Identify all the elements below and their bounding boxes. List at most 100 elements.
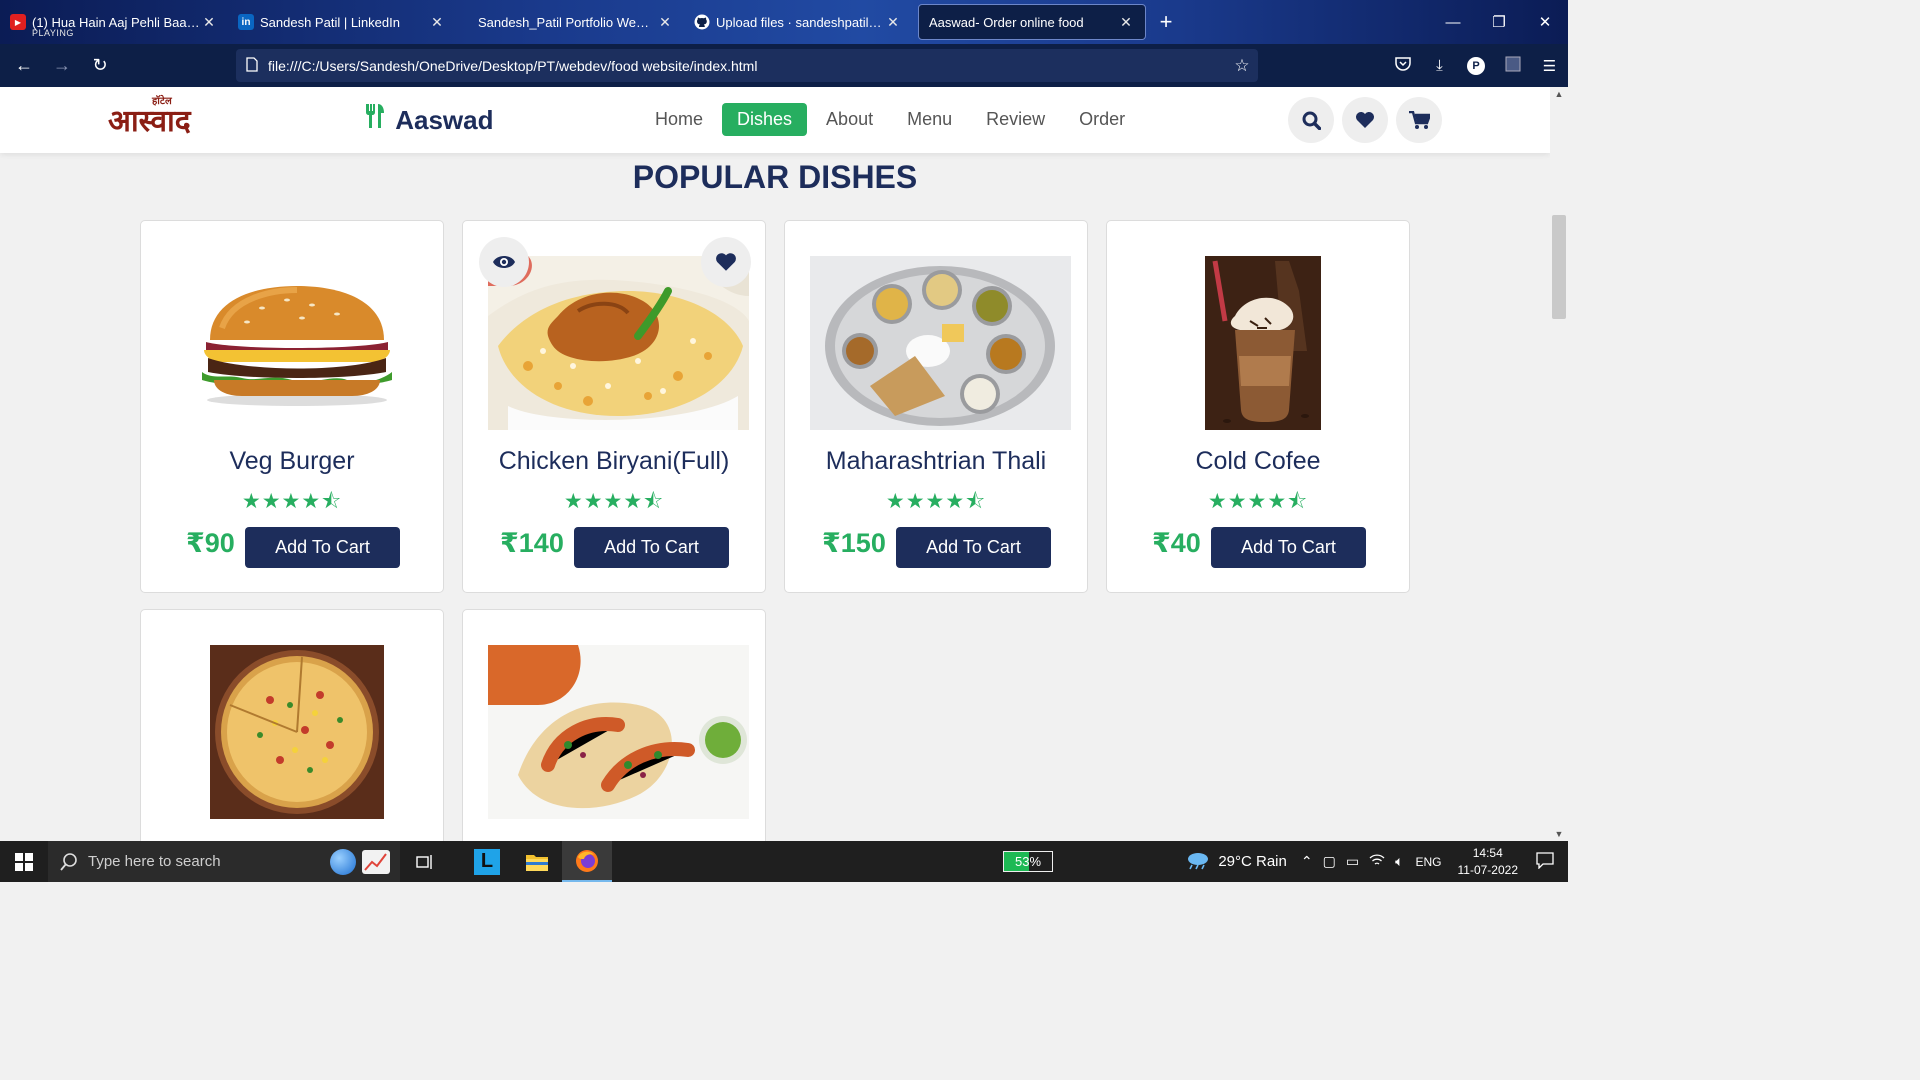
wishlist-button[interactable] xyxy=(701,237,751,287)
search-placeholder: Type here to search xyxy=(88,853,221,870)
toolbar-icons: ⤓ P ☰ xyxy=(1384,44,1568,87)
scroll-down-icon[interactable]: ▼ xyxy=(1550,829,1568,839)
forward-icon[interactable]: → xyxy=(43,55,81,76)
close-icon[interactable]: ✕ xyxy=(200,14,218,31)
browser-tab-active[interactable]: Aaswad- Order online food ✕ xyxy=(918,4,1146,40)
scroll-up-icon[interactable]: ▲ xyxy=(1550,89,1568,99)
address-bar[interactable]: file:///C:/Users/Sandesh/OneDrive/Deskto… xyxy=(236,49,1258,82)
reload-icon[interactable]: ↻ xyxy=(81,55,119,76)
cart-button[interactable] xyxy=(1396,97,1442,143)
bookmark-star-icon[interactable]: ☆ xyxy=(1226,56,1258,76)
wifi-icon[interactable] xyxy=(1369,853,1385,870)
search-icon xyxy=(60,852,77,871)
add-to-cart-button[interactable]: Add To Cart xyxy=(896,527,1051,568)
dish-card xyxy=(140,609,444,841)
scroll-thumb[interactable] xyxy=(1552,215,1566,319)
tab-title: Sandesh Patil | LinkedIn xyxy=(260,14,400,30)
menu-icon[interactable]: ☰ xyxy=(1531,57,1568,75)
add-to-cart-button[interactable]: Add To Cart xyxy=(1211,527,1366,568)
browser-tab[interactable]: Sandesh_Patil Portfolio Website ✕ xyxy=(456,4,684,40)
eye-icon xyxy=(493,256,515,268)
menu-order[interactable]: Order xyxy=(1064,103,1140,136)
view-button[interactable] xyxy=(479,237,529,287)
close-window-icon[interactable]: ✕ xyxy=(1522,13,1568,31)
main-menu: Home Dishes About Menu Review Order xyxy=(640,103,1144,136)
tab-playing-label: PLAYING xyxy=(32,28,74,38)
dish-card xyxy=(462,609,766,841)
logo-small-text: हॉटेल xyxy=(152,96,172,107)
task-view-icon xyxy=(416,854,432,869)
logo-text: आस्वाद xyxy=(108,104,191,139)
taskbar-search[interactable]: Type here to search xyxy=(48,841,400,882)
pocket-icon[interactable] xyxy=(1384,56,1421,75)
rating-stars: ★★★★⯪ xyxy=(241,490,343,513)
browser-tab[interactable]: Upload files · sandeshpatil45/Fo ✕ xyxy=(684,4,912,40)
header-actions xyxy=(1288,97,1450,143)
start-button[interactable] xyxy=(0,841,48,882)
close-icon[interactable]: ✕ xyxy=(1117,14,1135,31)
brand-logo[interactable]: Aaswad xyxy=(364,103,494,136)
dish-price: ₹40 xyxy=(1152,528,1201,558)
dish-image-pizza xyxy=(166,645,427,819)
notification-icon[interactable] xyxy=(1536,851,1554,872)
minimize-icon[interactable]: — xyxy=(1430,14,1476,31)
language-indicator[interactable]: ENG xyxy=(1415,855,1441,869)
firefox-icon xyxy=(576,849,598,872)
favorites-button[interactable] xyxy=(1342,97,1388,143)
menu-review[interactable]: Review xyxy=(971,103,1060,136)
hotel-logo[interactable]: हॉटेल आस्वाद xyxy=(108,96,191,140)
clock-time: 14:54 xyxy=(1472,845,1503,860)
system-tray: 29°C Rain ⌃ ▢ ▭ 🔈︎ ENG 14:54 11-07-2022 xyxy=(1186,841,1568,882)
globe-icon xyxy=(330,848,356,875)
rating-stars: ★★★★⯪ xyxy=(563,490,665,513)
taskbar-app-launcher[interactable]: L xyxy=(462,841,512,882)
menu-menu[interactable]: Menu xyxy=(892,103,967,136)
page-scrollbar[interactable]: ▲ ▼ xyxy=(1550,87,1568,841)
taskbar-firefox[interactable] xyxy=(562,841,612,882)
weather-text[interactable]: 29°C Rain xyxy=(1218,853,1287,870)
folder-icon xyxy=(526,854,548,871)
url-text[interactable]: file:///C:/Users/Sandesh/OneDrive/Deskto… xyxy=(268,58,1226,74)
close-icon[interactable]: ✕ xyxy=(656,14,674,31)
clock[interactable]: 14:54 11-07-2022 xyxy=(1458,845,1519,879)
menu-dishes[interactable]: Dishes xyxy=(722,103,808,136)
add-to-cart-button[interactable]: Add To Cart xyxy=(574,527,729,568)
add-to-cart-button[interactable]: Add To Cart xyxy=(245,527,400,568)
rating-stars: ★★★★⯪ xyxy=(885,490,987,513)
heart-icon xyxy=(1356,112,1374,128)
battery-indicator[interactable]: 53% xyxy=(1003,851,1053,872)
dish-image-biryani xyxy=(488,256,749,430)
search-button[interactable] xyxy=(1288,97,1334,143)
back-icon[interactable]: ← xyxy=(5,55,43,76)
dish-name: Veg Burger xyxy=(229,447,355,475)
windows-taskbar: Type here to search L 53% 29°C Rain ⌃ ▢ … xyxy=(0,841,1568,882)
window-controls: — ❐ ✕ xyxy=(1430,0,1568,44)
chevron-up-icon[interactable]: ⌃ xyxy=(1301,853,1313,870)
weather-icon xyxy=(1186,850,1210,873)
dish-card: Veg Burger ★★★★⯪ ₹90 Add To Cart xyxy=(140,220,444,593)
download-icon[interactable]: ⤓ xyxy=(1421,57,1458,74)
site-header: हॉटेल आस्वाद Aaswad Home Dishes About Me… xyxy=(0,87,1550,153)
new-tab-button[interactable]: + xyxy=(1146,9,1186,35)
close-icon[interactable]: ✕ xyxy=(884,14,902,31)
browser-tab[interactable]: ▶ (1) Hua Hain Aaj Pehli Baar FULL PLAYI… xyxy=(0,4,228,40)
menu-about[interactable]: About xyxy=(811,103,888,136)
extension-icon[interactable] xyxy=(1494,56,1531,76)
fork-knife-icon xyxy=(364,104,393,135)
heart-icon xyxy=(716,253,736,271)
meet-icon[interactable]: ▢ xyxy=(1323,853,1336,870)
volume-icon[interactable]: 🔈︎ xyxy=(1395,853,1403,870)
dish-name: Cold Cofee xyxy=(1195,447,1321,475)
battery-tray-icon[interactable]: ▭ xyxy=(1346,853,1359,870)
taskbar-file-explorer[interactable] xyxy=(512,841,562,882)
menu-home[interactable]: Home xyxy=(640,103,718,136)
close-icon[interactable]: ✕ xyxy=(428,14,446,31)
browser-tab[interactable]: in Sandesh Patil | LinkedIn ✕ xyxy=(228,4,456,40)
github-icon xyxy=(694,14,710,30)
cart-icon xyxy=(1408,110,1430,129)
document-icon xyxy=(236,56,268,75)
browser-nav-bar: ← → ↻ file:///C:/Users/Sandesh/OneDrive/… xyxy=(0,44,1568,87)
task-view-button[interactable] xyxy=(400,841,450,882)
profile-avatar[interactable]: P xyxy=(1467,56,1485,75)
restore-icon[interactable]: ❐ xyxy=(1476,13,1522,31)
